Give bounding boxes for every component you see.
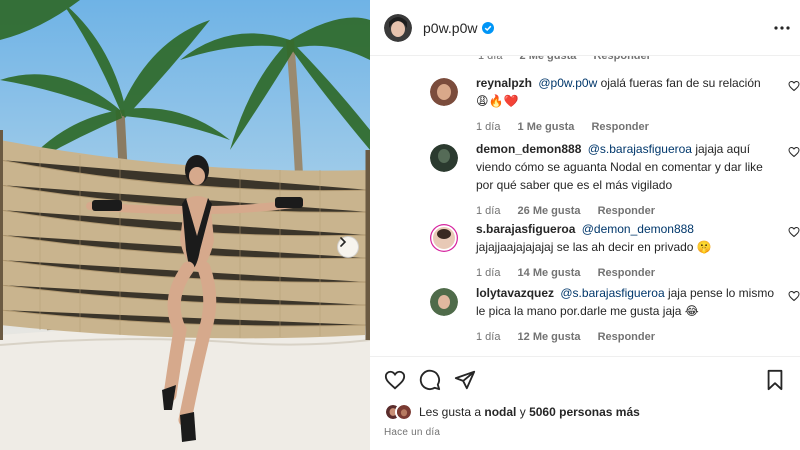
share-icon[interactable] [454,369,476,391]
comment-likes[interactable]: 26 Me gusta [518,205,581,217]
photo-illustration [0,0,370,450]
comment-username[interactable]: s.barajasfigueroa [476,222,575,236]
more-icon[interactable] [772,18,792,38]
post-actions: Les gusta a nodal y 5060 personas más Ha… [370,356,800,450]
like-comment-icon[interactable] [788,146,800,158]
comment-meta: 1 día 26 Me gusta Responder [476,202,776,220]
comment-username[interactable]: reynalpzh [476,76,532,90]
comment-mention[interactable]: @demon_demon888 [582,222,694,236]
likes-prefix: Les gusta a [419,405,482,419]
likes-mid: y [519,405,526,419]
comment-mention[interactable]: @s.barajasfigueroa [560,286,664,300]
commenter-avatar-story[interactable] [430,224,458,252]
comment-icon[interactable] [419,369,441,391]
comment-meta: 1 día 14 Me gusta Responder [476,264,776,282]
comment-time: 1 día [476,267,501,279]
reply-button[interactable]: Responder [598,267,655,279]
comment-username[interactable]: demon_demon888 [476,142,581,156]
like-comment-icon[interactable] [788,80,800,92]
comment-likes[interactable]: 1 Me gusta [518,121,575,133]
comment-time: 1 día [476,121,501,133]
heart-icon[interactable] [384,369,406,391]
comment-mention[interactable]: @s.barajasfigueroa [588,142,692,156]
comment-time: 1 día [476,331,501,343]
comment-emojis: 😩🔥❤️ [476,94,519,108]
commenter-avatar[interactable] [430,144,458,172]
comment-text: ojalá fueras fan de su relación [600,76,761,90]
reply-button[interactable]: Responder [591,121,648,133]
verified-icon [482,21,495,34]
comment-text: jajajjaajajajajaj se las ah decir en pri… [476,240,712,254]
likes-count[interactable]: 5060 personas más [529,405,640,419]
liker-username[interactable]: nodal [484,405,516,419]
post-timestamp[interactable]: Hace un día [384,427,440,438]
post-side-panel: p0w.p0w 1 día 2 Me gusta Responder reyna… [370,0,800,450]
like-comment-icon[interactable] [788,226,800,238]
comment-meta: 1 día 1 Me gusta Responder [476,118,776,136]
post-header: p0w.p0w [370,0,800,56]
liker-avatar [395,403,413,421]
bookmark-icon[interactable] [764,369,786,391]
chevron-right-icon [340,237,347,247]
comment-mention[interactable]: @p0w.p0w [538,76,597,90]
reply-button[interactable]: Responder [598,331,655,343]
commenter-avatar[interactable] [430,288,458,316]
commenter-avatar[interactable] [430,78,458,106]
next-photo-button[interactable] [337,236,359,258]
likes-summary[interactable]: Les gusta a nodal y 5060 personas más [384,403,640,421]
author-avatar[interactable] [384,13,412,42]
like-comment-icon[interactable] [788,290,800,302]
comments-list[interactable]: 1 día 2 Me gusta Responder reynalpzh @p0… [370,46,800,356]
reply-button[interactable]: Responder [598,205,655,217]
author-username[interactable]: p0w.p0w [423,20,477,36]
comment-likes[interactable]: 12 Me gusta [518,331,581,343]
comment-time: 1 día [476,205,501,217]
comment-username[interactable]: lolytavazquez [476,286,554,300]
comment-likes[interactable]: 14 Me gusta [518,267,581,279]
post-photo[interactable] [0,0,370,450]
comment-meta: 1 día 12 Me gusta Responder [476,328,776,346]
